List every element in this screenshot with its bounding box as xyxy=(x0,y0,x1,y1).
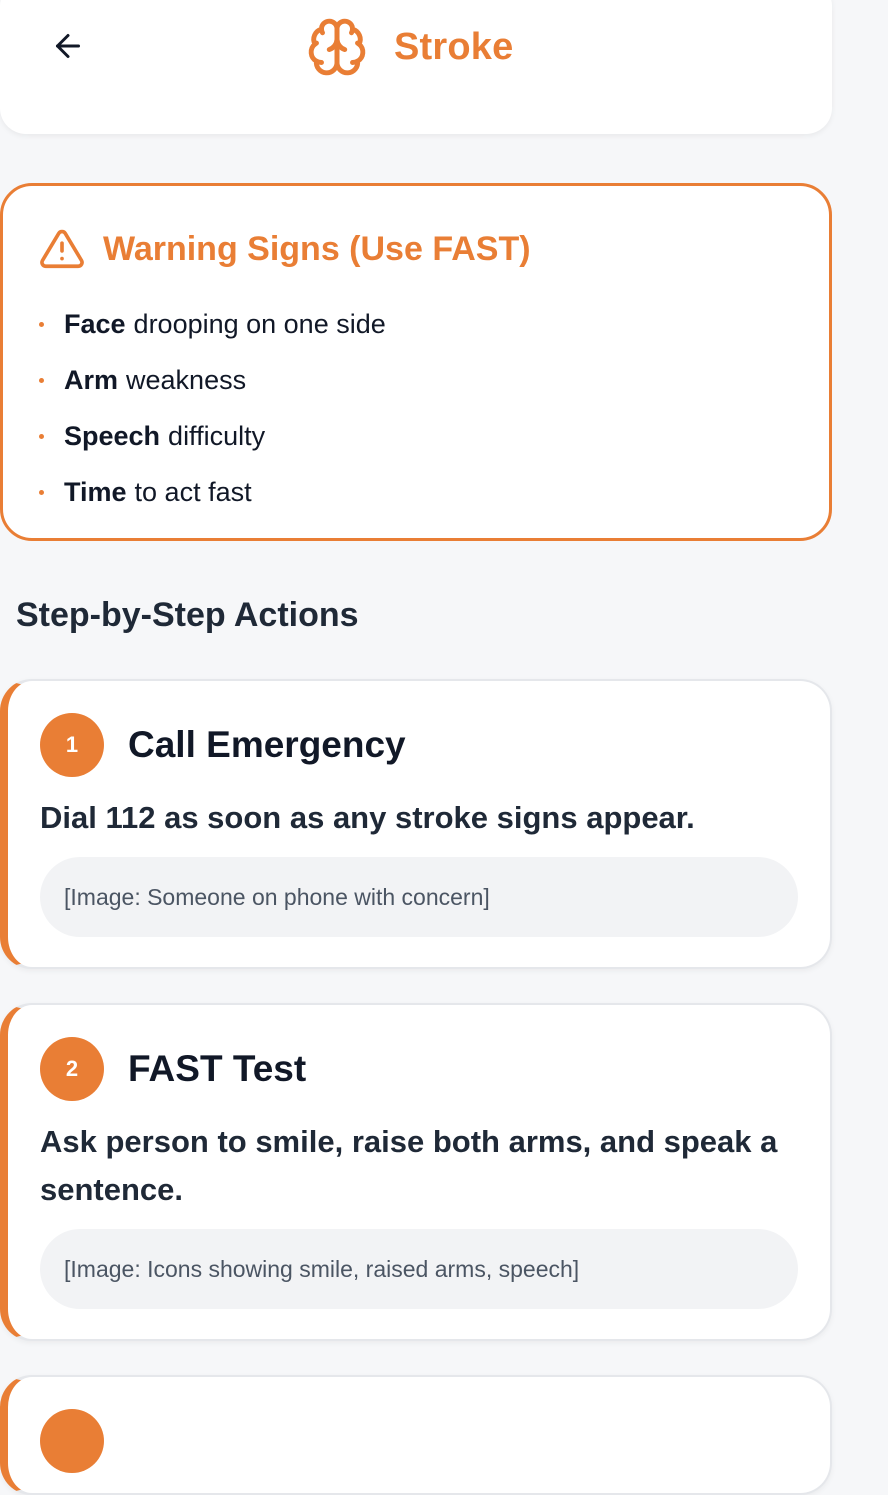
step-title: Call Emergency xyxy=(128,724,406,765)
step-number-badge: 2 xyxy=(40,1037,104,1101)
step-header: 1 Call Emergency xyxy=(40,713,406,777)
warning-item-text: drooping on one side xyxy=(133,309,386,339)
warning-signs-card: Warning Signs (Use FAST) Face drooping on… xyxy=(0,183,832,541)
warning-item-keyword: Face xyxy=(64,309,126,339)
warning-list: Face drooping on one side Arm weakness Spe… xyxy=(39,296,386,520)
back-button[interactable] xyxy=(44,22,92,70)
warning-triangle-icon xyxy=(40,229,84,269)
warning-item-arm: Arm weakness xyxy=(39,352,386,408)
warning-item-keyword: Arm xyxy=(64,365,119,395)
step-image-placeholder: [Image: Icons showing smile, raised arms… xyxy=(40,1229,798,1309)
step-title: FAST Test xyxy=(128,1048,307,1089)
warning-item-keyword: Speech xyxy=(64,421,161,451)
warning-item-face: Face drooping on one side xyxy=(39,296,386,352)
step-description: Dial 112 as soon as any stroke signs app… xyxy=(40,800,695,835)
bullet-icon xyxy=(39,377,44,383)
brain-icon xyxy=(308,18,366,76)
step-header xyxy=(40,1409,104,1473)
step-image-placeholder: [Image: Someone on phone with concern] xyxy=(40,857,798,937)
warning-item-text: weakness xyxy=(126,365,247,395)
page-title: Stroke xyxy=(394,25,514,68)
step-card-2[interactable]: 2 FAST Test Ask person to smile, raise b… xyxy=(0,1003,832,1341)
warning-item-keyword: Time xyxy=(64,477,127,507)
warning-item-text: to act fast xyxy=(134,477,252,507)
bullet-icon xyxy=(39,321,44,327)
bullet-icon xyxy=(39,433,44,439)
step-description: Ask person to smile, raise both arms, an… xyxy=(40,1124,778,1207)
step-number-badge: 1 xyxy=(40,713,104,777)
step-card-1[interactable]: 1 Call Emergency Dial 112 as soon as any… xyxy=(0,679,832,969)
step-card-3[interactable] xyxy=(0,1375,832,1495)
step-number-badge xyxy=(40,1409,104,1473)
steps-section-title: Step-by-Step Actions xyxy=(16,596,359,634)
arrow-left-icon[interactable] xyxy=(50,28,86,64)
bullet-icon xyxy=(39,489,44,495)
top-header: Stroke xyxy=(0,0,832,134)
warning-item-speech: Speech difficulty xyxy=(39,408,386,464)
warning-header: Warning Signs (Use FAST) xyxy=(39,226,531,272)
warning-item-time: Time to act fast xyxy=(39,464,386,520)
warning-item-text: difficulty xyxy=(168,421,266,451)
step-header: 2 FAST Test xyxy=(40,1037,306,1101)
warning-title: Warning Signs (Use FAST) xyxy=(103,229,531,268)
header-title-group: Stroke xyxy=(306,16,513,78)
